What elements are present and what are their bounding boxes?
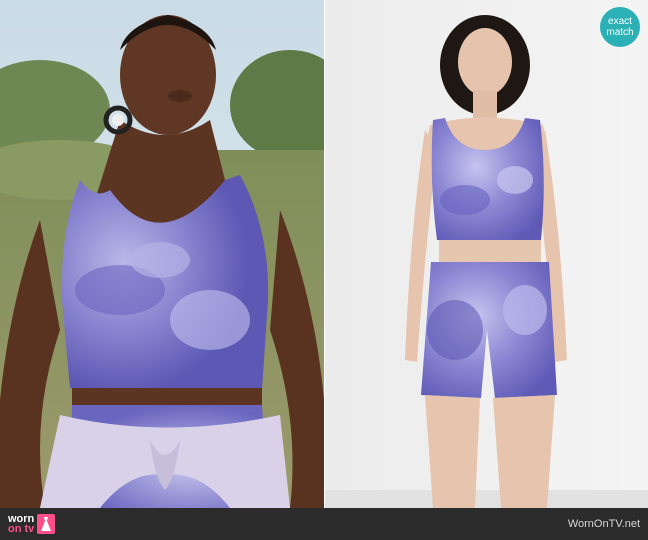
right-photo-illustration: [325, 0, 648, 508]
exact-match-line2: match: [606, 27, 634, 38]
left-photo: [0, 0, 324, 508]
dress-icon: [37, 514, 56, 534]
logo-ontv-text: on tv: [8, 523, 35, 535]
footer-bar: worn on tv WornOnTV.net: [0, 508, 648, 540]
exact-match-line1: exact: [608, 16, 632, 27]
footer-domain: WornOnTV.net: [567, 518, 640, 530]
exact-match-badge: exact match: [600, 7, 640, 47]
right-photo: [325, 0, 648, 508]
wornontv-logo[interactable]: worn on tv: [8, 514, 56, 535]
left-photo-illustration: [0, 0, 324, 508]
logo-text: worn on tv: [8, 514, 35, 535]
